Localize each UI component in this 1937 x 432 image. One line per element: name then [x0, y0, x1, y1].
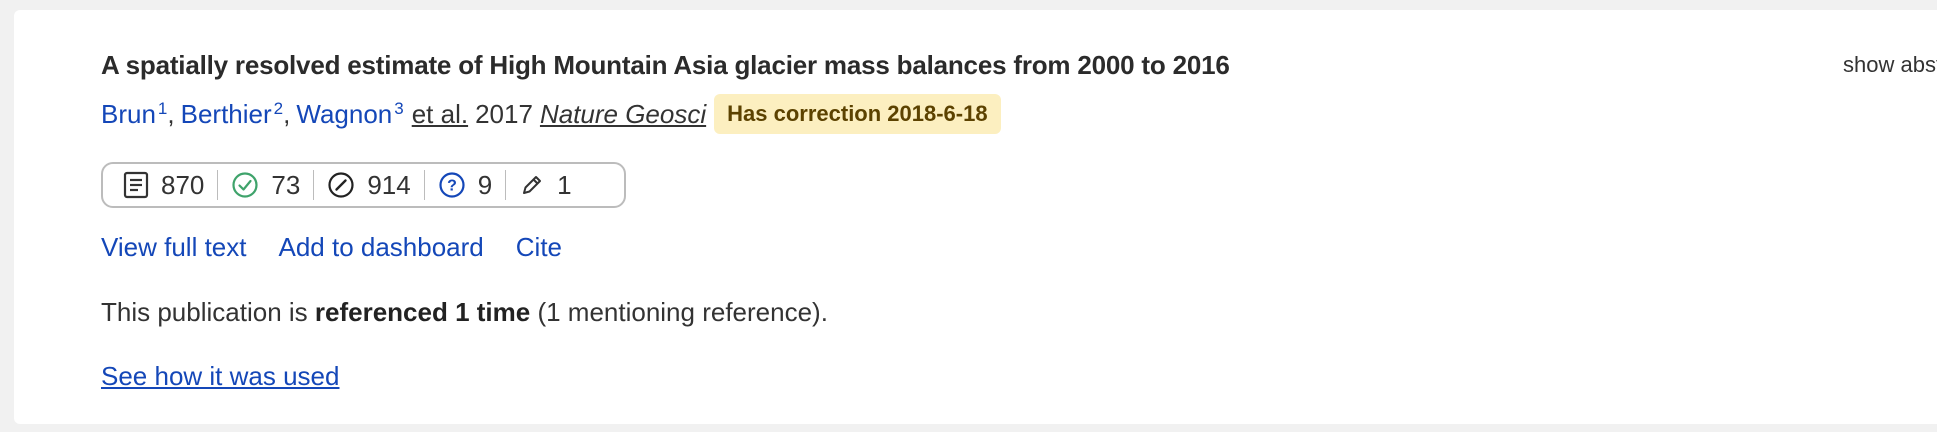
citation-stats-bar: 870 73 914 ? 9 1 — [101, 162, 626, 208]
author-affiliation: 2 — [273, 98, 284, 118]
author-link-berthier[interactable]: Berthier 2 — [181, 99, 284, 130]
svg-text:?: ? — [447, 178, 457, 195]
stat-value: 73 — [271, 169, 301, 200]
reference-summary: This publication is referenced 1 time (1… — [101, 297, 828, 328]
stat-edits[interactable]: 1 — [519, 169, 572, 201]
et-al-link[interactable]: et al. — [412, 99, 468, 130]
author-name: Brun — [101, 98, 156, 129]
author-affiliation: 1 — [157, 98, 168, 118]
stat-value: 870 — [161, 169, 205, 200]
publication-year: 2017 — [475, 98, 533, 129]
stat-divider — [505, 170, 507, 200]
stat-publications[interactable]: 870 — [123, 170, 204, 201]
publication-meta: Brun 1, Berthier 2, Wagnon 3 et al. 2017 Natu… — [101, 94, 1001, 134]
author-affiliation: 3 — [394, 98, 404, 118]
document-icon — [123, 171, 149, 199]
author-separator: , — [283, 98, 291, 129]
see-how-used-link[interactable]: See how it was used — [101, 361, 339, 392]
reference-suffix: (1 mentioning reference). — [530, 297, 828, 327]
slash-circle-icon — [327, 171, 355, 199]
stat-divider — [423, 170, 425, 200]
publication-card: A spatially resolved estimate of High Mo… — [14, 10, 1937, 424]
reference-prefix: This publication is — [101, 297, 315, 327]
show-abstract-toggle[interactable]: show abstract — [1843, 52, 1937, 78]
author-separator: , — [167, 98, 175, 129]
stat-value: 914 — [367, 169, 411, 200]
add-to-dashboard-link[interactable]: Add to dashboard — [278, 232, 483, 263]
check-circle-icon — [231, 171, 259, 199]
stat-value: 9 — [477, 169, 493, 200]
pencil-icon — [519, 172, 545, 198]
stat-supporting[interactable]: 73 — [231, 170, 300, 201]
stat-divider — [217, 170, 219, 200]
cite-link[interactable]: Cite — [516, 232, 562, 263]
author-link-wagnon[interactable]: Wagnon 3 — [296, 99, 403, 130]
question-circle-icon: ? — [438, 171, 466, 199]
publication-title: A spatially resolved estimate of High Mo… — [101, 50, 1230, 80]
author-link-brun[interactable]: Brun 1 — [101, 99, 167, 130]
view-full-text-link[interactable]: View full text — [101, 232, 246, 263]
correction-badge[interactable]: Has correction 2018-6-18 — [714, 94, 1001, 134]
stat-mentioning[interactable]: 914 — [327, 169, 411, 201]
journal-link[interactable]: Nature Geosci — [540, 99, 706, 130]
stat-value: 1 — [557, 169, 572, 200]
author-name: Berthier — [180, 98, 272, 129]
author-name: Wagnon — [296, 98, 393, 129]
reference-count: referenced 1 time — [314, 297, 531, 327]
stat-contrasting[interactable]: ? 9 — [438, 170, 492, 201]
publication-actions: View full text Add to dashboard Cite — [101, 232, 594, 263]
stat-divider — [313, 170, 315, 200]
